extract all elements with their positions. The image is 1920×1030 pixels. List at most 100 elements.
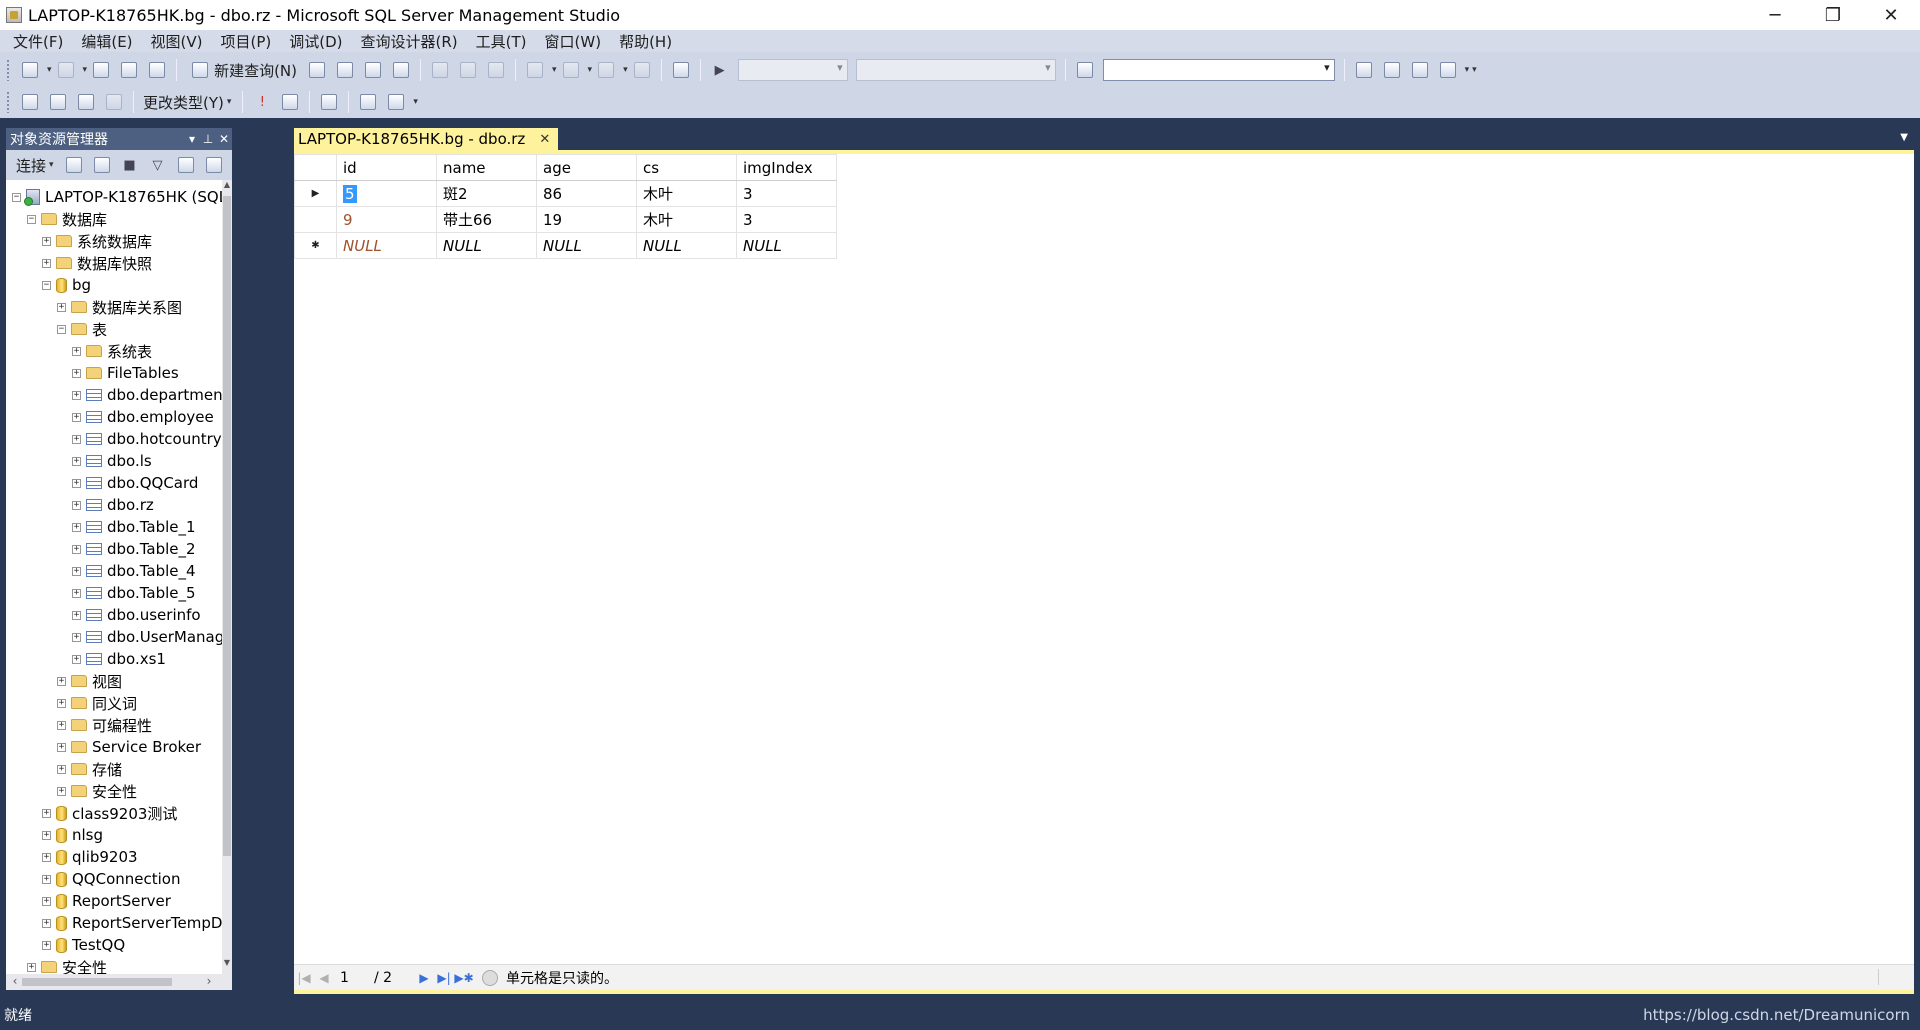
- chevron-down-icon[interactable]: ▾: [623, 65, 628, 75]
- menu-debug[interactable]: 调试(D): [280, 31, 351, 52]
- tree-node[interactable]: + dbo.Table_4: [6, 560, 216, 582]
- toolbar-grip[interactable]: [6, 91, 10, 113]
- add-table-icon[interactable]: [356, 90, 380, 114]
- add-item-icon[interactable]: [54, 58, 78, 82]
- expand-icon[interactable]: +: [72, 632, 81, 642]
- tree-node[interactable]: + 安全性: [6, 780, 216, 802]
- toolbar-options-icon[interactable]: ▾: [1472, 65, 1477, 75]
- cell-age[interactable]: 19: [536, 206, 637, 233]
- start-icon[interactable]: ▶: [708, 58, 732, 82]
- tree-node[interactable]: + 数据库快照: [6, 252, 216, 274]
- cell-cs[interactable]: 木叶: [636, 206, 737, 233]
- disconnect-icon[interactable]: [90, 153, 114, 177]
- tree-node[interactable]: + 系统数据库: [6, 230, 216, 252]
- collapse-all-icon[interactable]: [202, 153, 226, 177]
- tree-node[interactable]: + 存储: [6, 758, 216, 780]
- scroll-thumb[interactable]: [22, 978, 172, 986]
- table-row[interactable]: 9 带土66 19 木叶 3: [294, 206, 837, 233]
- horizontal-scroll-area[interactable]: [1878, 969, 1902, 985]
- expand-icon[interactable]: +: [57, 742, 66, 752]
- tree-node[interactable]: + nlsg: [6, 824, 216, 846]
- previous-record-icon[interactable]: ◀: [314, 971, 334, 985]
- first-record-icon[interactable]: |◀: [294, 971, 314, 985]
- show-criteria-pane-icon[interactable]: [46, 90, 70, 114]
- expand-icon[interactable]: +: [72, 544, 81, 554]
- connect-button[interactable]: 连接 ▾: [12, 155, 60, 176]
- group-by-icon[interactable]: [317, 90, 341, 114]
- expand-icon[interactable]: +: [42, 236, 51, 246]
- stop-icon[interactable]: [482, 969, 498, 986]
- window-position-icon[interactable]: ▾: [184, 132, 200, 146]
- menu-edit[interactable]: 编辑(E): [72, 31, 141, 52]
- expand-icon[interactable]: +: [42, 940, 51, 950]
- expand-icon[interactable]: +: [57, 720, 66, 730]
- tree-node[interactable]: + 系统表: [6, 340, 216, 362]
- menu-help[interactable]: 帮助(H): [610, 31, 681, 52]
- column-header-name[interactable]: name: [436, 154, 537, 181]
- last-record-icon[interactable]: ▶|: [434, 971, 454, 985]
- tree-node[interactable]: + ReportServerTempDB: [6, 912, 232, 934]
- collapse-icon[interactable]: −: [27, 214, 36, 224]
- toolbar-grip[interactable]: [6, 59, 10, 81]
- column-header-id[interactable]: id: [336, 154, 437, 181]
- add-derived-table-icon[interactable]: [384, 90, 408, 114]
- find-in-files-icon[interactable]: [1073, 58, 1097, 82]
- tree-node[interactable]: + dbo.hotcountry: [6, 428, 222, 450]
- xmla-query-icon[interactable]: [389, 58, 413, 82]
- expand-icon[interactable]: +: [27, 962, 36, 972]
- tree-node[interactable]: + 视图: [6, 670, 216, 692]
- tree-node[interactable]: − LAPTOP-K18765HK (SQL Server: [6, 186, 232, 208]
- tree-node[interactable]: + 同义词: [6, 692, 216, 714]
- cell-cs[interactable]: 木叶: [636, 180, 737, 207]
- new-project-icon[interactable]: [18, 58, 42, 82]
- menu-view[interactable]: 视图(V): [142, 31, 212, 52]
- expand-icon[interactable]: +: [72, 566, 81, 576]
- collapse-icon[interactable]: −: [42, 280, 51, 290]
- tree-node[interactable]: − 数据库: [6, 208, 216, 230]
- tree-node[interactable]: + 数据库关系图: [6, 296, 216, 318]
- tree-node[interactable]: + dbo.Table_1: [6, 516, 216, 538]
- expand-icon[interactable]: +: [72, 456, 81, 466]
- expand-icon[interactable]: +: [72, 434, 81, 444]
- tree-node[interactable]: + ReportServer: [6, 890, 216, 912]
- new-row[interactable]: ✱ NULL NULL NULL NULL NULL: [294, 232, 837, 259]
- expand-icon[interactable]: +: [72, 478, 81, 488]
- tree-node[interactable]: + dbo.Table_5: [6, 582, 216, 604]
- navigate-forward-icon[interactable]: [630, 58, 654, 82]
- redo-icon[interactable]: [559, 58, 583, 82]
- activity-monitor-icon[interactable]: [669, 58, 693, 82]
- filter-icon[interactable]: ▽: [146, 153, 170, 177]
- tree-node[interactable]: + dbo.userinfo: [6, 604, 216, 626]
- properties-icon[interactable]: [1408, 58, 1432, 82]
- cell-age[interactable]: NULL: [536, 232, 637, 259]
- solution-platform-select[interactable]: [855, 59, 1056, 81]
- current-record-input[interactable]: 1: [334, 970, 374, 986]
- minimize-button[interactable]: ─: [1746, 0, 1804, 30]
- cut-icon[interactable]: [428, 58, 452, 82]
- cell-imgindex[interactable]: 3: [736, 206, 837, 233]
- tree-node[interactable]: + dbo.xs1: [6, 648, 216, 670]
- menu-tools[interactable]: 工具(T): [467, 31, 536, 52]
- cell-imgindex[interactable]: 3: [736, 180, 837, 207]
- tab-dbo-rz[interactable]: LAPTOP-K18765HK.bg - dbo.rz ✕: [294, 128, 559, 150]
- expand-icon[interactable]: +: [57, 302, 66, 312]
- execute-sql-icon[interactable]: !: [250, 90, 274, 114]
- current-row-marker-icon[interactable]: ▶: [294, 180, 337, 207]
- undo-icon[interactable]: [523, 58, 547, 82]
- expand-icon[interactable]: +: [72, 368, 81, 378]
- expand-icon[interactable]: +: [72, 346, 81, 356]
- cell-id[interactable]: NULL: [336, 232, 437, 259]
- find-combo[interactable]: [1102, 59, 1335, 81]
- menu-project[interactable]: 项目(P): [212, 31, 281, 52]
- expand-icon[interactable]: +: [57, 698, 66, 708]
- expand-icon[interactable]: +: [42, 830, 51, 840]
- expand-icon[interactable]: +: [72, 654, 81, 664]
- tree-node[interactable]: + dbo.rz: [6, 494, 216, 516]
- cell-name[interactable]: 带土66: [436, 206, 537, 233]
- solution-configuration-select[interactable]: [737, 59, 848, 81]
- close-button[interactable]: ✕: [1862, 0, 1920, 30]
- expand-icon[interactable]: +: [42, 852, 51, 862]
- expand-icon[interactable]: +: [57, 786, 66, 796]
- column-header-cs[interactable]: cs: [636, 154, 737, 181]
- show-sql-pane-icon[interactable]: [74, 90, 98, 114]
